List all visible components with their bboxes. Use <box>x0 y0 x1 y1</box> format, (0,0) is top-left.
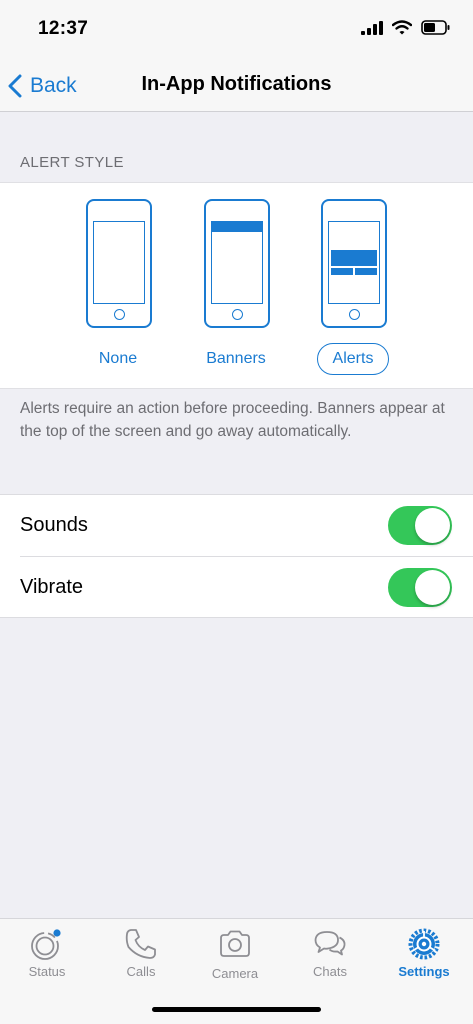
screen: 12:37 Back In-App Notifications ALERT ST… <box>0 0 473 1024</box>
sounds-label: Sounds <box>20 514 88 536</box>
phone-icon <box>125 929 156 959</box>
phone-banner-icon <box>204 199 270 328</box>
cellular-signal-icon <box>361 20 383 35</box>
phone-alert-icon <box>321 199 387 328</box>
tab-camera[interactable]: Camera <box>188 919 282 989</box>
alert-style-header: ALERT STYLE <box>20 154 124 171</box>
tab-label: Settings <box>398 964 450 979</box>
alert-style-option-none[interactable]: None <box>68 183 168 390</box>
settings-gear-icon <box>408 928 440 960</box>
vibrate-label: Vibrate <box>20 576 84 598</box>
tab-status[interactable]: Status <box>0 919 94 989</box>
tab-calls[interactable]: Calls <box>94 919 188 989</box>
phone-none-icon <box>86 199 152 328</box>
settings-group: Sounds Vibrate <box>0 494 473 618</box>
tab-label: Calls <box>126 964 156 979</box>
wifi-icon <box>392 20 412 35</box>
chats-icon <box>314 931 346 956</box>
camera-icon <box>220 930 250 957</box>
status-icon <box>31 929 61 960</box>
tab-label: Chats <box>313 964 347 979</box>
tab-label: Status <box>28 964 66 979</box>
status-icons <box>361 20 451 35</box>
sounds-row: Sounds <box>0 495 473 557</box>
sounds-toggle[interactable] <box>388 506 452 545</box>
tab-label: Camera <box>211 966 259 981</box>
vibrate-toggle[interactable] <box>388 568 452 607</box>
tab-settings[interactable]: Settings <box>377 919 471 989</box>
alert-style-label: Banners <box>206 350 266 367</box>
alert-style-description: Alerts require an action before proceedi… <box>20 400 445 440</box>
alert-style-picker: None Banners Alerts <box>0 182 473 389</box>
vibrate-row: Vibrate <box>0 557 473 619</box>
navigation-bar: Back In-App Notifications <box>0 60 473 112</box>
tab-chats[interactable]: Chats <box>283 919 377 989</box>
alert-style-label: None <box>98 350 138 367</box>
page-title: In-App Notifications <box>141 73 332 95</box>
battery-icon <box>421 20 450 35</box>
alert-style-label-selected: Alerts <box>317 343 389 375</box>
status-bar: 12:37 <box>0 0 473 60</box>
alert-style-option-alerts[interactable]: Alerts <box>303 183 403 390</box>
home-indicator <box>152 1007 321 1012</box>
status-time: 12:37 <box>38 18 89 39</box>
alert-style-option-banners[interactable]: Banners <box>186 183 286 390</box>
